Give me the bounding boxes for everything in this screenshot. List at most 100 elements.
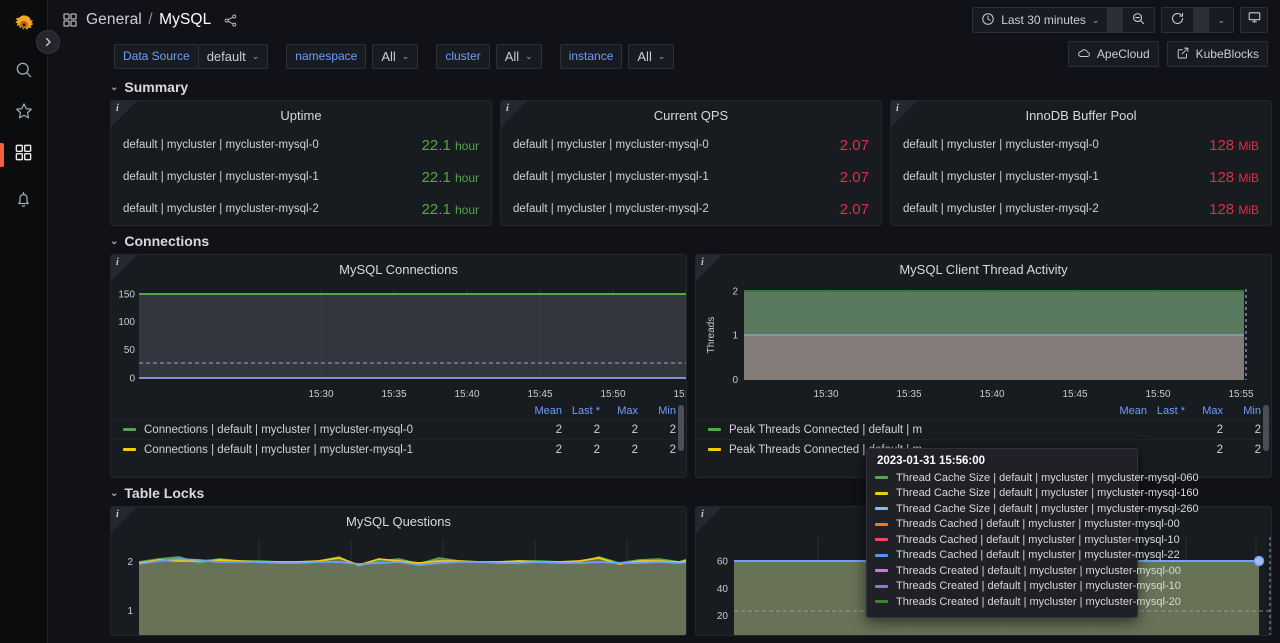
legend-col-max[interactable]: Max	[600, 405, 638, 417]
stat-list: default | mycluster | mycluster-mysql-0 …	[501, 129, 881, 225]
svg-text:100: 100	[118, 317, 135, 328]
legend-row[interactable]: Peak Threads Connected | default | m 2 2	[696, 419, 1271, 439]
legend-col-min[interactable]: Min	[1223, 405, 1261, 417]
panel-title: MySQL Connections	[339, 261, 458, 277]
chevron-down-icon: ⌄	[1217, 14, 1225, 25]
legend-last: 2	[593, 423, 600, 436]
panel-innodb-buffer-pool: i InnoDB Buffer Pool default | mycluster…	[890, 100, 1272, 226]
legend-color-swatch[interactable]	[123, 448, 136, 451]
legend-max: 2	[1216, 443, 1223, 456]
tooltip-row: Threads Created | default | mycluster | …	[875, 579, 1181, 595]
nav-item-dashboards[interactable]	[0, 134, 48, 175]
refresh-button[interactable]	[1162, 8, 1193, 32]
legend-row[interactable]: Connections | default | mycluster | mycl…	[111, 419, 686, 439]
panel-info-corner[interactable]	[111, 101, 137, 127]
graph-mysql-questions[interactable]: 2 1	[111, 535, 686, 635]
legend-col-last[interactable]: Last *	[1147, 405, 1185, 417]
svg-text:15:45: 15:45	[527, 389, 552, 400]
svg-text:15:50: 15:50	[600, 389, 625, 400]
legend-scrollbar[interactable]	[678, 405, 684, 451]
refresh-interval-dropdown[interactable]: ⌄	[1209, 8, 1233, 32]
tooltip-timestamp: 2023-01-31 15:56:00	[877, 455, 986, 467]
legend-color-swatch[interactable]	[123, 428, 136, 431]
chevron-down-icon: ⌄	[110, 235, 119, 247]
panel-info-corner[interactable]	[501, 101, 527, 127]
info-icon: i	[116, 509, 119, 520]
svg-text:1: 1	[127, 606, 133, 617]
nav-item-starred[interactable]	[0, 93, 48, 134]
graph-mysql-connections[interactable]: 150 100 50 0 15:30 15:35 15:40 15:45 15:…	[111, 283, 686, 403]
stat-list: default | mycluster | mycluster-mysql-0 …	[891, 129, 1271, 225]
variable-value-text: All	[637, 48, 652, 64]
chevron-down-icon: ⌄	[110, 487, 119, 499]
row-header-connections[interactable]: ⌄ Connections	[110, 228, 1272, 254]
legend-color-swatch[interactable]	[708, 428, 721, 431]
legend-scrollbar[interactable]	[1263, 405, 1269, 451]
variable-namespace: namespace	[286, 43, 367, 69]
svg-text:15:35: 15:35	[896, 389, 921, 400]
tooltip-series-value: 2	[1173, 549, 1180, 562]
panel-info-corner[interactable]	[696, 255, 722, 281]
tv-mode-button[interactable]	[1240, 7, 1268, 33]
variable-label: instance	[559, 43, 623, 69]
variable-data-source-value[interactable]: default ⌄	[197, 43, 269, 69]
row-header-summary[interactable]: ⌄ Summary	[110, 74, 1272, 100]
tooltip-series-label: Threads Created | default | mycluster | …	[896, 595, 1175, 608]
summary-panel-row: i Uptime default | mycluster | mycluster…	[110, 100, 1272, 226]
svg-text:15:40: 15:40	[979, 389, 1004, 400]
dashboard-link-kubeblocks[interactable]: KubeBlocks	[1166, 41, 1268, 67]
panel-info-corner[interactable]	[696, 507, 722, 533]
panel-info-corner[interactable]	[111, 255, 137, 281]
tooltip-row: Threads Cached | default | mycluster | m…	[875, 548, 1180, 564]
external-link-icon	[1176, 46, 1190, 63]
stat-row: default | mycluster | mycluster-mysql-2 …	[903, 193, 1259, 225]
svg-text:1: 1	[732, 331, 738, 342]
info-icon: i	[896, 103, 899, 114]
legend-min: 2	[1254, 443, 1261, 456]
breadcrumb-folder[interactable]: General	[86, 11, 142, 28]
tooltip-color-swatch	[875, 476, 888, 480]
nav-item-alerting[interactable]	[0, 181, 48, 222]
stat-value: 22.1 hour	[421, 136, 479, 154]
legend-col-min[interactable]: Min	[638, 405, 676, 417]
info-icon: i	[701, 509, 704, 520]
variable-namespace-value[interactable]: All ⌄	[372, 43, 419, 69]
zoom-out-button[interactable]	[1123, 8, 1154, 32]
panel-title: Uptime	[280, 107, 322, 123]
nav-expand-button[interactable]	[36, 30, 60, 54]
svg-text:0: 0	[129, 374, 135, 385]
tooltip-series-value: 0	[1174, 580, 1181, 593]
star-icon	[14, 101, 34, 126]
svg-text:15:55: 15:55	[673, 389, 687, 400]
graph-mysql-client-thread-activity[interactable]: 2 1 0 Threads 15:30 15:35 15:40 15:45 15…	[696, 283, 1271, 403]
stat-label: default | mycluster | mycluster-mysql-1	[123, 171, 319, 183]
nav-item-search[interactable]	[0, 52, 48, 93]
panel-title: MySQL Client Thread Activity	[899, 261, 1068, 277]
stat-label: default | mycluster | mycluster-mysql-0	[903, 139, 1099, 151]
dashboard-link-apecloud[interactable]: ApeCloud	[1067, 41, 1159, 67]
legend-col-last[interactable]: Last *	[562, 405, 600, 417]
graph-tooltip: 2023-01-31 15:56:00 Thread Cache Size | …	[866, 448, 1199, 618]
stat-label: default | mycluster | mycluster-mysql-1	[513, 171, 709, 183]
variable-cluster-value[interactable]: All ⌄	[495, 43, 542, 69]
tooltip-series-value: 0	[1174, 595, 1181, 608]
legend-col-mean[interactable]: Mean	[524, 405, 562, 417]
variable-instance-value[interactable]: All ⌄	[628, 43, 675, 69]
legend-row[interactable]: Connections | default | mycluster | mycl…	[111, 439, 686, 459]
tooltip-row: Thread Cache Size | default | mycluster …	[875, 470, 1199, 486]
panel-mysql-client-thread-activity: i MySQL Client Thread Activity 2 1 0 Thr…	[695, 254, 1272, 478]
time-range-picker[interactable]: Last 30 minutes ⌄	[973, 8, 1107, 32]
share-icon[interactable]	[223, 13, 238, 28]
svg-text:60: 60	[717, 557, 729, 568]
legend-col-max[interactable]: Max	[1185, 405, 1223, 417]
panel-info-corner[interactable]	[891, 101, 917, 127]
svg-text:15:40: 15:40	[454, 389, 479, 400]
panel-uptime: i Uptime default | mycluster | mycluster…	[110, 100, 492, 226]
panel-current-qps: i Current QPS default | mycluster | mycl…	[500, 100, 882, 226]
tooltip-color-swatch	[875, 507, 888, 511]
panel-info-corner[interactable]	[111, 507, 137, 533]
tooltip-series-label: Threads Cached | default | mycluster | m…	[896, 549, 1174, 562]
legend-color-swatch[interactable]	[708, 448, 721, 451]
legend-col-mean[interactable]: Mean	[1109, 405, 1147, 417]
svg-text:50: 50	[124, 345, 136, 356]
